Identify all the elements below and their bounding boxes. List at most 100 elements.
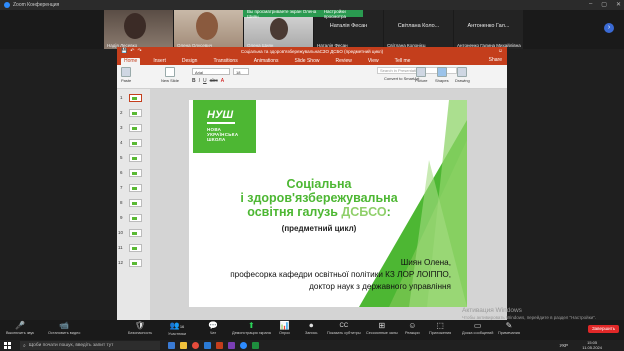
polls-button[interactable]: 📊 Опрос (279, 321, 290, 335)
mute-button[interactable]: 🎤 Выключить звук (6, 321, 34, 335)
participants-glyph: 👥 (169, 321, 180, 330)
nush-logo: НУШ НОВА УКРАЇНСЬКА ШКОЛА (193, 100, 256, 153)
slide-thumbnail[interactable] (129, 244, 142, 252)
shapes-button[interactable]: Shapes (435, 67, 449, 83)
polls-label: Опрос (279, 331, 291, 335)
slide-thumbnail[interactable] (129, 139, 142, 147)
picture-button[interactable]: Picture (415, 67, 427, 83)
slide-thumbnail[interactable] (129, 259, 142, 267)
font-name-select[interactable]: Arial (192, 68, 230, 75)
tab-transitions[interactable]: Transitions (210, 58, 240, 65)
new-slide-button[interactable]: New Slide (161, 67, 179, 83)
excel-icon[interactable] (252, 342, 259, 349)
participant-tile[interactable]: Олена Олусевич (174, 10, 243, 49)
font-color-icon[interactable]: A (221, 78, 224, 84)
participant-tile[interactable]: Світлана Коло... Світлана Колонієц (384, 10, 453, 49)
participants-icon: 👥16 (170, 321, 184, 332)
slide-thumbnail[interactable] (129, 214, 142, 222)
zoom-app-icon[interactable] (240, 342, 247, 349)
reactions-button[interactable]: ☺ Реакции (405, 321, 420, 335)
slide-thumbnail[interactable] (129, 124, 142, 132)
word-icon[interactable] (204, 342, 211, 349)
slide-number: 5 (120, 155, 123, 160)
heading-line: освітня галузь ДСБСО: (209, 205, 429, 219)
drawing-icon (457, 67, 468, 77)
font-size-select[interactable]: 18 (233, 68, 249, 75)
heading-colon: : (386, 205, 391, 219)
user-icon[interactable]: ☺ (498, 48, 503, 54)
microphone-icon: 🎤 (15, 321, 26, 330)
taskbar-search-placeholder: Щоби почати пошук, введіть запит тут (28, 343, 114, 348)
breakout-rooms-button[interactable]: ⊞ Сессионные залы (366, 321, 398, 335)
system-clock[interactable]: 15:05 11.05.2024 (582, 340, 602, 350)
bold-icon[interactable]: B (192, 78, 196, 84)
redo-icon[interactable]: ↷ (137, 48, 141, 54)
participant-tile[interactable]: Надія Лесевко (104, 10, 173, 49)
security-button[interactable]: 🛡 Безопасность (128, 321, 152, 335)
slide-thumbnail[interactable] (129, 109, 142, 117)
search-icon: ⌕ (23, 343, 26, 349)
slide-number: 12 (118, 260, 124, 265)
captions-button[interactable]: CC Показать субтитры (327, 321, 361, 335)
share-screen-button[interactable]: ⬆ Демонстрация экрана (232, 321, 271, 335)
notes-button[interactable]: ✎ Примечания (498, 321, 520, 335)
slide-thumbnail[interactable] (129, 184, 142, 192)
record-icon: ⏺ (309, 321, 314, 330)
activation-title: Активация Windows (462, 307, 522, 314)
next-page-button[interactable]: › (604, 23, 614, 33)
participants-button[interactable]: 👥16 Участники (168, 321, 186, 336)
windows-start-icon[interactable] (4, 342, 11, 349)
close-icon[interactable]: ✕ (616, 1, 621, 8)
tab-slide-show[interactable]: Slide Show (291, 58, 322, 65)
italic-icon[interactable]: I (199, 78, 200, 84)
heading-line: Соціальна (286, 177, 352, 191)
ribbon-tabs: Home Insert Design Transitions Animation… (117, 56, 507, 65)
view-options-button[interactable]: Настройки просмотра (324, 9, 363, 19)
powerpoint-icon[interactable] (216, 342, 223, 349)
drawing-button[interactable]: Drawing (455, 67, 470, 83)
whiteboard-icon: ▭ (473, 321, 482, 330)
chrome-icon[interactable] (192, 342, 199, 349)
tab-design[interactable]: Design (179, 58, 201, 65)
slide-thumbnail[interactable] (129, 154, 142, 162)
tab-home[interactable]: Home (121, 58, 141, 65)
taskbar-search[interactable]: ⌕ Щоби почати пошук, введіть запит тут (20, 341, 160, 350)
slide-thumbnail[interactable] (129, 169, 142, 177)
paste-button[interactable]: Paste (121, 67, 131, 83)
participant-tile[interactable]: Антоненко Гал... Антоненко Галина Михайл… (454, 10, 523, 49)
polls-icon: 📊 (279, 321, 290, 330)
stop-video-button[interactable]: 📹 Остановить видео (48, 321, 80, 335)
whiteboard-label: Доска сообщений (462, 331, 494, 335)
chat-button[interactable]: 💬 Чат (208, 321, 218, 335)
drawing-label: Drawing (455, 78, 470, 83)
end-meeting-button[interactable]: Завершить (588, 325, 619, 333)
tell-me[interactable]: Tell me (392, 58, 414, 65)
tab-review[interactable]: Review (332, 58, 354, 65)
whiteboard-button[interactable]: ▭ Доска сообщений (462, 321, 493, 335)
maximize-icon[interactable]: ▢ (601, 1, 607, 8)
current-slide[interactable]: НУШ НОВА УКРАЇНСЬКА ШКОЛА Соціальна і зд… (189, 100, 467, 307)
ppt-share-button[interactable]: Share (489, 57, 502, 63)
tab-insert[interactable]: Insert (150, 58, 169, 65)
slide-thumbnail[interactable] (129, 199, 142, 207)
slide-thumbnail[interactable] (129, 229, 142, 237)
undo-icon[interactable]: ↶ (130, 48, 134, 54)
notes-icon: ✎ (505, 321, 513, 330)
share-screen-icon: ⬆ (248, 321, 255, 330)
slide-thumbnail[interactable] (129, 94, 142, 102)
apps-button[interactable]: ⬚ Приложения (429, 321, 451, 335)
strikethrough-icon[interactable]: abc (210, 78, 218, 84)
minimize-icon[interactable]: – (589, 1, 592, 8)
windows-taskbar: ⌕ Щоби почати пошук, введіть запит тут У… (0, 340, 624, 351)
teams-icon[interactable] (228, 342, 235, 349)
tab-view[interactable]: View (365, 58, 382, 65)
apps-label: Приложения (429, 331, 452, 335)
save-icon[interactable]: 💾 (121, 48, 127, 54)
record-button[interactable]: ⏺ Запись (305, 321, 317, 335)
underline-icon[interactable]: U (203, 78, 207, 84)
record-label: Запись (305, 331, 318, 335)
task-view-icon[interactable] (168, 342, 175, 349)
tab-animations[interactable]: Animations (251, 58, 282, 65)
language-indicator[interactable]: УКР (560, 343, 568, 348)
file-explorer-icon[interactable] (180, 342, 187, 349)
